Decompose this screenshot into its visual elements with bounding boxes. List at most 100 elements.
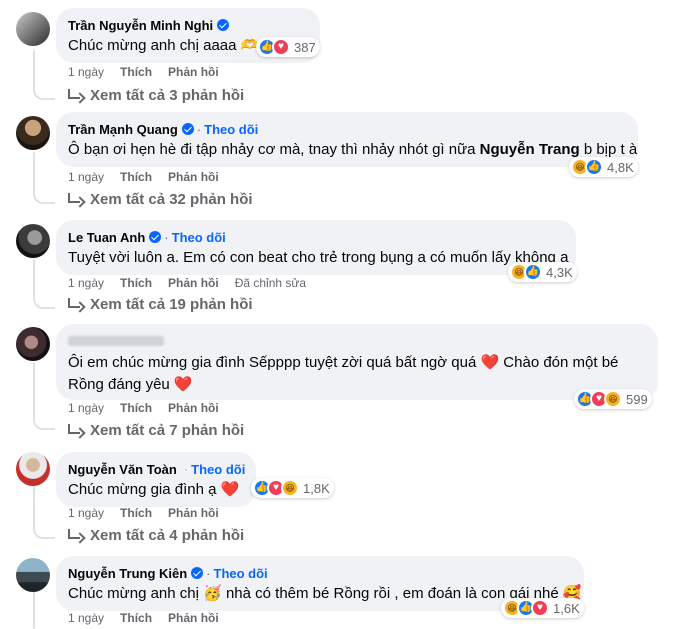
view-replies-label: Xem tất cả 19 phản hồi: [90, 296, 253, 313]
comment-bubble: Trần Mạnh Quang · Theo dõi Ô bạn ơi hẹn …: [56, 112, 638, 167]
reply-button[interactable]: Phản hồi: [168, 506, 219, 520]
comment-actions: 1 ngày Thích Phản hồi: [68, 170, 219, 184]
reply-arrow-icon: [68, 297, 80, 308]
thread-curve: [33, 416, 55, 430]
follow-button[interactable]: Theo dõi: [191, 462, 245, 477]
reaction-summary[interactable]: 😆 👍 4,3K: [508, 262, 577, 282]
comment-actions: 1 ngày Thích Phản hồi: [68, 65, 219, 79]
follow-button[interactable]: Theo dõi: [204, 122, 258, 137]
view-replies-link[interactable]: Xem tất cả 4 phản hồi: [68, 527, 244, 544]
like-button[interactable]: Thích: [120, 170, 152, 184]
love-icon: ♥: [531, 599, 549, 617]
like-icon: 👍: [524, 263, 542, 281]
like-icon: 👍: [585, 158, 603, 176]
comment-text-line: Rồng đáng yêu ❤️: [68, 376, 193, 393]
follow-button[interactable]: Theo dõi: [172, 230, 226, 245]
timestamp[interactable]: 1 ngày: [68, 65, 104, 79]
love-icon: ♥: [272, 38, 290, 56]
timestamp[interactable]: 1 ngày: [68, 506, 104, 520]
comment-text-line: Ôi em chúc mừng gia đình Sếpppp tuyệt zờ…: [68, 354, 619, 371]
reply-arrow-icon: [68, 192, 80, 203]
author-name[interactable]: Nguyễn Trung Kiên: [68, 566, 187, 581]
author-name[interactable]: Le Tuan Anh: [68, 230, 145, 245]
thread-line: [33, 362, 35, 418]
reply-button[interactable]: Phản hồi: [168, 611, 219, 625]
comment-bubble: Le Tuan Anh · Theo dõi Tuyệt vời luôn a.…: [56, 220, 576, 275]
thread-line: [33, 50, 35, 88]
separator-dot: ·: [164, 229, 169, 245]
comment-bubble: Ôi em chúc mừng gia đình Sếpppp tuyệt zờ…: [56, 324, 658, 400]
reaction-count: 599: [626, 391, 648, 407]
author-name[interactable]: Trần Nguyễn Minh Nghi: [68, 18, 213, 33]
thread-line: [33, 259, 35, 297]
follow-button[interactable]: Theo dõi: [214, 566, 268, 581]
comment-text: Ôi em chúc mừng gia đình Sếpppp tuyệt zờ…: [68, 352, 646, 396]
like-button[interactable]: Thích: [120, 611, 152, 625]
view-replies-link[interactable]: Xem tất cả 3 phản hồi: [68, 87, 244, 104]
reaction-summary[interactable]: 😆 👍 4,8K: [569, 157, 638, 177]
author-name[interactable]: Trần Mạnh Quang: [68, 122, 178, 137]
avatar[interactable]: [16, 116, 50, 150]
avatar[interactable]: [16, 452, 50, 486]
comment-text: Ô bạn ơi hẹn hè đi tập nhảy cơ mà, tnay …: [68, 140, 637, 160]
timestamp[interactable]: 1 ngày: [68, 170, 104, 184]
haha-icon: 😆: [604, 390, 622, 408]
timestamp[interactable]: 1 ngày: [68, 276, 104, 290]
like-button[interactable]: Thích: [120, 401, 152, 415]
timestamp[interactable]: 1 ngày: [68, 401, 104, 415]
like-button[interactable]: Thích: [120, 506, 152, 520]
author-name-redacted: [68, 336, 164, 346]
view-replies-link[interactable]: Xem tất cả 32 phản hồi: [68, 191, 253, 208]
reply-arrow-icon: [68, 423, 80, 434]
reaction-summary[interactable]: 😆 👍 ♥ 1,6K: [501, 598, 584, 618]
like-button[interactable]: Thích: [120, 276, 152, 290]
view-replies-label: Xem tất cả 7 phản hồi: [90, 422, 245, 439]
view-replies-label: Xem tất cả 3 phản hồi: [90, 87, 245, 104]
thread-curve: [33, 190, 55, 204]
view-replies-label: Xem tất cả 32 phản hồi: [90, 191, 253, 208]
reaction-summary[interactable]: 👍 ♥ 387: [256, 37, 320, 57]
verified-icon: [149, 231, 162, 243]
reply-arrow-icon: [68, 528, 80, 539]
avatar[interactable]: [16, 12, 50, 46]
reply-button[interactable]: Phản hồi: [168, 276, 219, 290]
verified-icon: [191, 567, 204, 579]
reply-button[interactable]: Phản hồi: [168, 401, 219, 415]
separator-dot: ·: [196, 121, 202, 137]
edited-label: Đã chỉnh sửa: [234, 276, 307, 290]
avatar[interactable]: [16, 327, 50, 361]
thread-curve: [33, 525, 55, 539]
reaction-summary[interactable]: 👍 ♥ 😆 599: [574, 389, 652, 409]
verified-icon: [217, 19, 230, 31]
reply-button[interactable]: Phản hồi: [168, 65, 219, 79]
reaction-count: 1,6K: [553, 600, 580, 616]
comment-actions: 1 ngày Thích Phản hồi: [68, 611, 219, 625]
avatar[interactable]: [16, 224, 50, 258]
thread-curve: [33, 86, 55, 100]
reaction-summary[interactable]: 👍 ♥ 😆 1,8K: [251, 478, 334, 498]
tagged-user[interactable]: Nguyễn Trang: [480, 141, 580, 158]
thread-line: [33, 590, 35, 629]
comment-text: Chúc mừng gia đình ạ ❤️: [68, 481, 240, 498]
separator-dot: ·: [206, 565, 211, 581]
thread-curve: [33, 295, 55, 309]
reaction-count: 1,8K: [303, 480, 330, 496]
timestamp[interactable]: 1 ngày: [68, 611, 104, 625]
author-name[interactable]: Nguyễn Văn Toàn: [68, 462, 177, 477]
view-replies-link[interactable]: Xem tất cả 19 phản hồi: [68, 296, 253, 313]
haha-icon: 😆: [281, 479, 299, 497]
avatar[interactable]: [16, 558, 50, 592]
thread-line: [33, 152, 35, 192]
like-button[interactable]: Thích: [120, 65, 152, 79]
reaction-count: 4,8K: [607, 159, 634, 175]
view-replies-label: Xem tất cả 4 phản hồi: [90, 527, 245, 544]
comment-text: Tuyệt vời luôn a. Em có con beat cho trẻ…: [68, 249, 569, 266]
comment-actions: 1 ngày Thích Phản hồi: [68, 401, 219, 415]
comment-text-part: Ô bạn ơi hẹn hè đi tập nhảy cơ mà, tnay …: [68, 141, 480, 158]
reply-button[interactable]: Phản hồi: [168, 170, 219, 184]
comment-text-part: b bịp t à: [579, 141, 638, 158]
comment-actions: 1 ngày Thích Phản hồi Đã chỉnh sửa: [68, 276, 306, 290]
view-replies-link[interactable]: Xem tất cả 7 phản hồi: [68, 422, 244, 439]
thread-line: [33, 486, 35, 528]
reaction-count: 387: [294, 39, 316, 55]
